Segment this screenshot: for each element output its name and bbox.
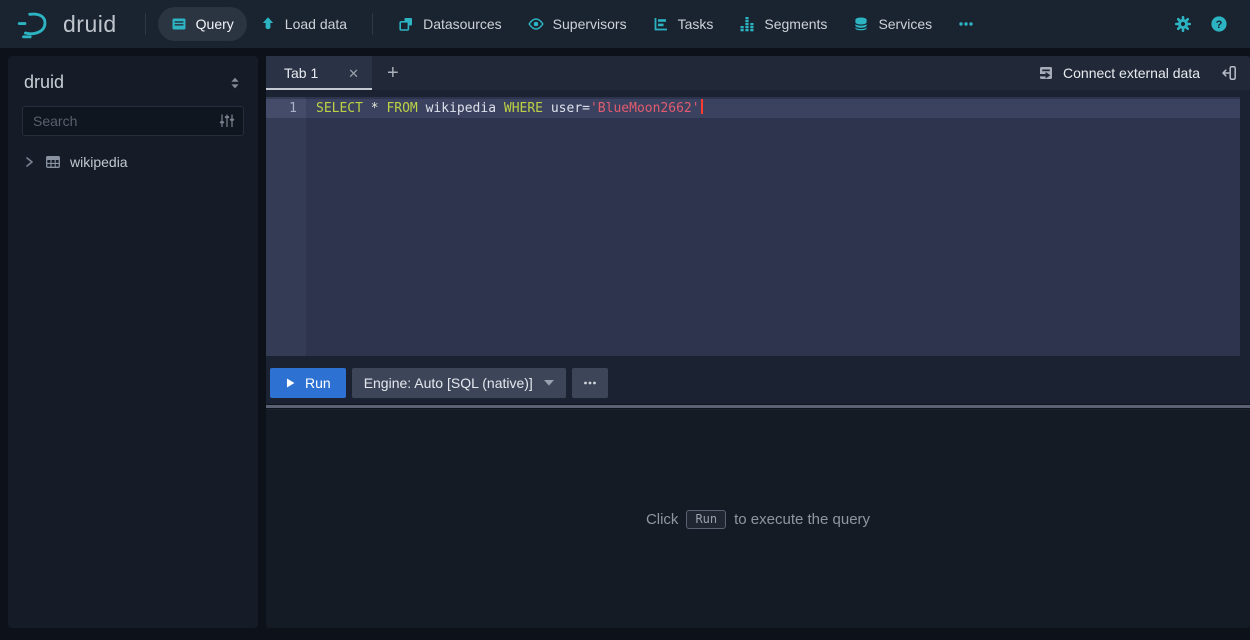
help-button[interactable]: ? (1210, 15, 1228, 33)
navbar-divider (145, 13, 146, 35)
druid-logo-icon (14, 9, 54, 39)
sql-identifier: wikipedia (426, 101, 504, 116)
query-icon (171, 16, 187, 32)
table-derived-icon (1038, 65, 1054, 81)
nav-item-segments[interactable]: Segments (726, 7, 840, 41)
results-panel: Click Run to execute the query (266, 410, 1250, 628)
upload-icon (260, 16, 276, 32)
hint-post: to execute the query (734, 511, 870, 528)
engine-select-button[interactable]: Engine: Auto [SQL (native)] (352, 368, 566, 398)
datasource-tree: wikipedia (8, 149, 258, 175)
nav-item-label: Query (196, 16, 234, 32)
svg-text:?: ? (1216, 19, 1223, 31)
engine-label: Engine: Auto [SQL (native)] (364, 375, 533, 391)
navbar-right-actions: ? (1174, 15, 1236, 33)
druid-logo[interactable]: druid (14, 9, 117, 39)
run-button-label: Run (305, 375, 331, 391)
connect-external-data-label: Connect external data (1063, 65, 1200, 81)
nav-item-label: Datasources (423, 16, 502, 32)
nav-item-label: Supervisors (553, 16, 627, 32)
hint-run-key: Run (686, 510, 726, 529)
nav-item-datasources[interactable]: Datasources (385, 7, 515, 41)
datasource-sidebar: druid (8, 56, 258, 628)
play-icon (285, 376, 296, 390)
navbar-divider (372, 13, 373, 35)
brand-text: druid (63, 11, 117, 38)
run-hint-text: Click Run to execute the query (646, 510, 870, 529)
open-panel-button[interactable] (1221, 65, 1237, 81)
chevron-right-icon[interactable] (22, 155, 36, 169)
line-number: 1 (266, 99, 306, 118)
query-workbench: Tab 1 ✕ + Connect external data (266, 56, 1250, 628)
nav-item-load-data[interactable]: Load data (247, 7, 360, 41)
settings-button[interactable] (1174, 15, 1192, 33)
sliders-icon (219, 113, 235, 129)
hint-pre: Click (646, 511, 679, 528)
datasource-label: wikipedia (70, 154, 128, 170)
search-input[interactable] (23, 113, 219, 129)
gantt-icon (653, 16, 669, 32)
more-dots-icon (958, 16, 974, 32)
more-dots-icon (582, 375, 598, 391)
nav-item-label: Tasks (678, 16, 714, 32)
nav-item-supervisors[interactable]: Supervisors (515, 7, 640, 41)
sql-keyword: FROM (386, 101, 425, 116)
filter-button[interactable] (219, 113, 243, 129)
run-button[interactable]: Run (270, 368, 346, 398)
top-navbar: druid Query Load data Datasources (0, 0, 1250, 48)
sql-keyword: WHERE (504, 101, 551, 116)
table-icon (45, 154, 61, 170)
druid-console: druid Query Load data Datasources (0, 0, 1250, 640)
text-cursor (701, 99, 703, 114)
connect-external-data-button[interactable]: Connect external data (1038, 65, 1200, 81)
double-caret-vertical-icon[interactable] (228, 76, 242, 90)
caret-down-icon (544, 380, 554, 386)
close-tab-icon[interactable]: ✕ (348, 67, 359, 80)
sql-keyword: SELECT (316, 101, 371, 116)
nav-item-more[interactable] (945, 7, 987, 41)
nav-item-label: Load data (285, 16, 347, 32)
run-toolbar: Run Engine: Auto [SQL (native)] (266, 362, 608, 404)
line-number-gutter (266, 97, 306, 356)
nav-item-tasks[interactable]: Tasks (640, 7, 727, 41)
help-icon: ? (1210, 15, 1228, 33)
tab-1[interactable]: Tab 1 ✕ (266, 56, 372, 90)
stacked-bars-icon (739, 16, 755, 32)
nav-item-label: Services (878, 16, 932, 32)
sql-editor[interactable]: 1 SELECT * FROM wikipedia WHERE user='Bl… (266, 97, 1240, 356)
gear-icon (1174, 15, 1192, 33)
sql-star: * (371, 101, 387, 116)
tab-label: Tab 1 (284, 65, 318, 81)
sql-identifier: user= (551, 101, 590, 116)
search-box (22, 106, 244, 136)
datasources-icon (398, 16, 414, 32)
nav-item-query[interactable]: Query (158, 7, 247, 41)
schema-title: druid (24, 72, 64, 93)
nav-item-services[interactable]: Services (840, 7, 945, 41)
sidebar-header: druid (8, 56, 258, 106)
query-more-button[interactable] (572, 368, 608, 398)
panel-arrow-icon (1221, 65, 1237, 81)
tab-bar: Tab 1 ✕ + Connect external data (266, 56, 1250, 90)
sql-string: 'BlueMoon2662' (590, 101, 700, 116)
tree-item-wikipedia[interactable]: wikipedia (8, 149, 258, 175)
database-icon (853, 16, 869, 32)
sql-code-line[interactable]: SELECT * FROM wikipedia WHERE user='Blue… (316, 99, 703, 118)
panel-resize-handle[interactable] (266, 404, 1250, 409)
nav-item-label: Segments (764, 16, 827, 32)
eye-icon (528, 16, 544, 32)
add-tab-button[interactable]: + (387, 63, 399, 83)
